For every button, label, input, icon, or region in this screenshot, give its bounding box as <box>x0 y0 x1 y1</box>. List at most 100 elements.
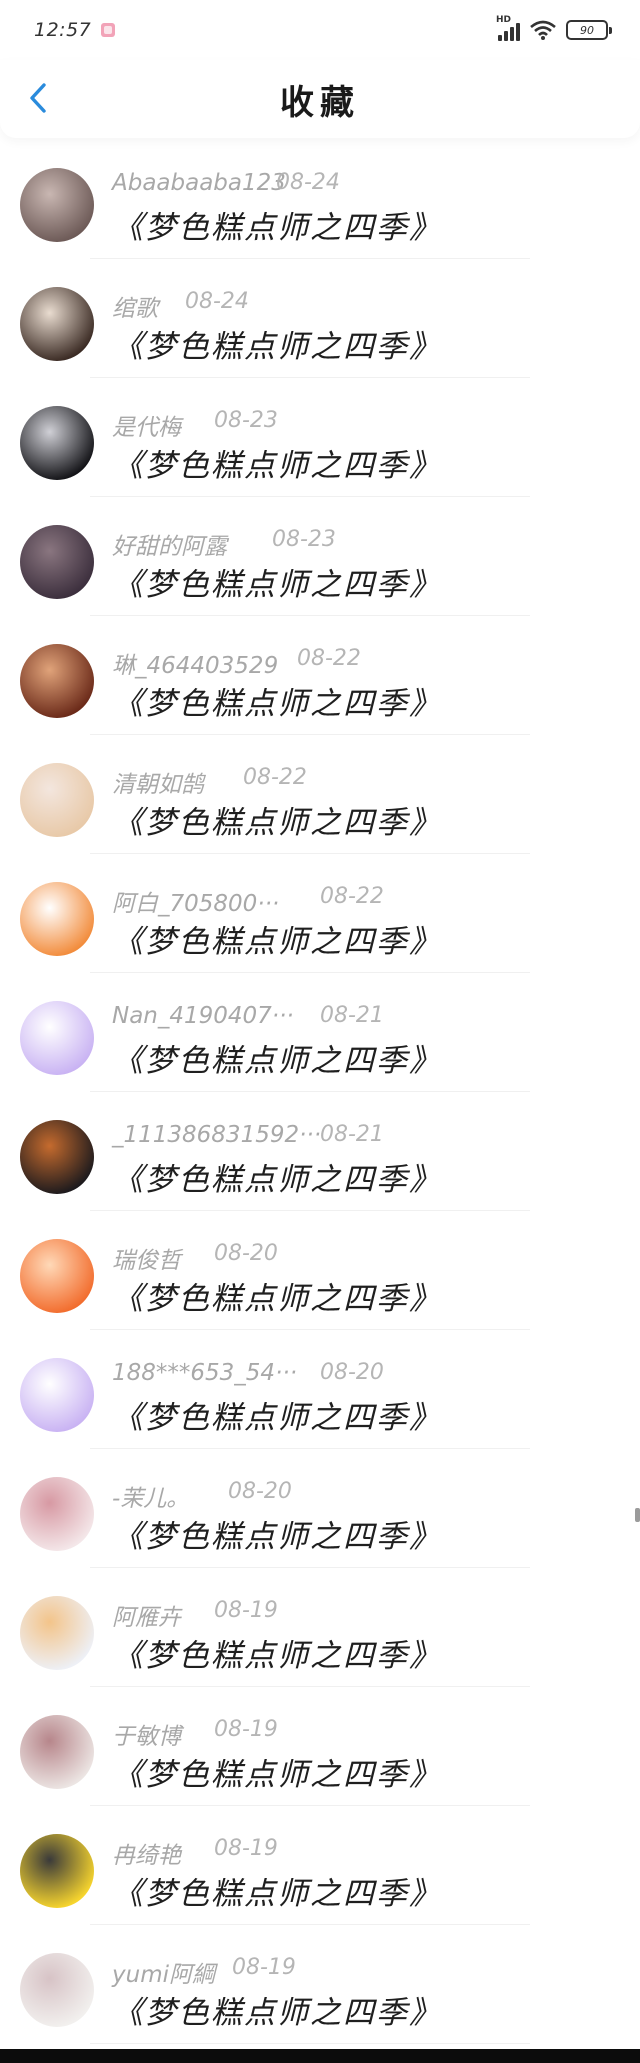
list-item[interactable]: 冉绮艳 08-19 《梦色糕点师之四季》 <box>0 1806 640 1925</box>
item-date: 08-19 <box>214 1836 278 1861</box>
hd-label: HD <box>496 15 512 25</box>
avatar[interactable] <box>20 1834 94 1908</box>
user-name: 冉绮艳 <box>112 1843 181 1869</box>
avatar[interactable] <box>20 1477 94 1551</box>
user-name: 于敏博 <box>112 1724 181 1750</box>
item-date: 08-23 <box>214 408 278 433</box>
notification-icon <box>101 23 116 37</box>
item-title[interactable]: 《梦色糕点师之四季》 <box>112 321 442 366</box>
avatar[interactable] <box>20 525 94 599</box>
list-item[interactable]: 清朝如鹄 08-22 《梦色糕点师之四季》 <box>0 735 640 854</box>
item-date: 08-21 <box>320 1003 384 1028</box>
item-title[interactable]: 《梦色糕点师之四季》 <box>112 1868 442 1913</box>
status-right: HD 90 <box>496 15 612 41</box>
avatar[interactable] <box>20 1001 94 1075</box>
avatar[interactable] <box>20 1715 94 1789</box>
list-item[interactable]: 绾歌 08-24 《梦色糕点师之四季》 <box>0 259 640 378</box>
user-name: Abaabaaba123 <box>112 170 286 196</box>
item-date: 08-20 <box>228 1479 292 1504</box>
wifi-icon <box>530 20 556 40</box>
item-title[interactable]: 《梦色糕点师之四季》 <box>112 1630 442 1675</box>
avatar[interactable] <box>20 1120 94 1194</box>
item-date: 08-19 <box>214 1598 278 1623</box>
list-item[interactable]: Nan_4190407··· 08-21 《梦色糕点师之四季》 <box>0 973 640 1092</box>
user-name: _111386831592··· <box>112 1122 322 1148</box>
divider <box>90 2043 530 2044</box>
user-name: 琳_464403529 <box>112 653 279 679</box>
favorites-list: Abaabaaba123 08-24 《梦色糕点师之四季》 绾歌 08-24 《梦色糕点师… <box>0 140 640 2044</box>
item-title[interactable]: 《梦色糕点师之四季》 <box>112 1511 442 1556</box>
item-title[interactable]: 《梦色糕点师之四季》 <box>112 202 442 247</box>
item-date: 08-20 <box>320 1360 384 1385</box>
list-item[interactable]: 于敏博 08-19 《梦色糕点师之四季》 <box>0 1687 640 1806</box>
item-title[interactable]: 《梦色糕点师之四季》 <box>112 1273 442 1318</box>
item-date: 08-23 <box>272 527 336 552</box>
list-item[interactable]: 阿雁卉 08-19 《梦色糕点师之四季》 <box>0 1568 640 1687</box>
battery-icon: 90 <box>566 20 612 40</box>
item-date: 08-19 <box>232 1955 296 1980</box>
signal-bar <box>504 31 508 41</box>
status-left: 12:57 <box>34 19 116 41</box>
list-item[interactable]: 瑞俊哲 08-20 《梦色糕点师之四季》 <box>0 1211 640 1330</box>
back-button[interactable] <box>20 80 56 116</box>
battery-level: 90 <box>580 23 594 37</box>
item-date: 08-20 <box>214 1241 278 1266</box>
item-title[interactable]: 《梦色糕点师之四季》 <box>112 1987 442 2032</box>
chevron-left-icon <box>30 83 46 113</box>
list-item[interactable]: 阿白_705800··· 08-22 《梦色糕点师之四季》 <box>0 854 640 973</box>
user-name: 是代梅 <box>112 415 181 441</box>
signal-icon: HD <box>496 15 520 41</box>
item-title[interactable]: 《梦色糕点师之四季》 <box>112 1035 442 1080</box>
item-date: 08-24 <box>276 170 340 195</box>
list-item[interactable]: _111386831592··· 08-21 《梦色糕点师之四季》 <box>0 1092 640 1211</box>
list-item[interactable]: 好甜的阿露 08-23 《梦色糕点师之四季》 <box>0 497 640 616</box>
status-bar: 12:57 HD 90 <box>0 0 640 60</box>
user-name: 阿白_705800··· <box>112 891 280 917</box>
avatar[interactable] <box>20 763 94 837</box>
item-date: 08-19 <box>214 1717 278 1742</box>
user-name: -茉儿。 <box>112 1486 190 1512</box>
user-name: 瑞俊哲 <box>112 1248 181 1274</box>
item-title[interactable]: 《梦色糕点师之四季》 <box>112 916 442 961</box>
item-title[interactable]: 《梦色糕点师之四季》 <box>112 1749 442 1794</box>
avatar[interactable] <box>20 168 94 242</box>
user-name: yumi阿綱 <box>112 1962 215 1988</box>
user-name: 绾歌 <box>112 296 158 322</box>
list-item[interactable]: 是代梅 08-23 《梦色糕点师之四季》 <box>0 378 640 497</box>
user-name: 阿雁卉 <box>112 1605 181 1631</box>
avatar[interactable] <box>20 882 94 956</box>
avatar[interactable] <box>20 1358 94 1432</box>
list-item[interactable]: -茉儿。 08-20 《梦色糕点师之四季》 <box>0 1449 640 1568</box>
bottom-bar <box>0 2049 640 2063</box>
list-item[interactable]: yumi阿綱 08-19 《梦色糕点师之四季》 <box>0 1925 640 2044</box>
item-date: 08-22 <box>243 765 307 790</box>
item-title[interactable]: 《梦色糕点师之四季》 <box>112 678 442 723</box>
item-title[interactable]: 《梦色糕点师之四季》 <box>112 559 442 604</box>
item-title[interactable]: 《梦色糕点师之四季》 <box>112 1154 442 1199</box>
avatar[interactable] <box>20 1596 94 1670</box>
avatar[interactable] <box>20 287 94 361</box>
signal-bar <box>498 35 502 41</box>
user-name: Nan_4190407··· <box>112 1003 294 1029</box>
status-time: 12:57 <box>34 19 92 41</box>
item-date: 08-21 <box>320 1122 384 1147</box>
item-date: 08-22 <box>320 884 384 909</box>
avatar[interactable] <box>20 644 94 718</box>
page-title: 收藏 <box>280 82 360 123</box>
avatar[interactable] <box>20 406 94 480</box>
avatar[interactable] <box>20 1239 94 1313</box>
item-title[interactable]: 《梦色糕点师之四季》 <box>112 797 442 842</box>
list-item[interactable]: Abaabaaba123 08-24 《梦色糕点师之四季》 <box>0 140 640 259</box>
header: 收藏 <box>0 60 640 138</box>
item-date: 08-22 <box>297 646 361 671</box>
user-name: 好甜的阿露 <box>112 534 227 560</box>
scrollbar[interactable] <box>635 1508 640 1522</box>
list-item[interactable]: 琳_464403529 08-22 《梦色糕点师之四季》 <box>0 616 640 735</box>
item-title[interactable]: 《梦色糕点师之四季》 <box>112 440 442 485</box>
user-name: 清朝如鹄 <box>112 772 204 798</box>
list-item[interactable]: 188***653_54··· 08-20 《梦色糕点师之四季》 <box>0 1330 640 1449</box>
user-name: 188***653_54··· <box>112 1360 297 1386</box>
item-date: 08-24 <box>185 289 249 314</box>
avatar[interactable] <box>20 1953 94 2027</box>
item-title[interactable]: 《梦色糕点师之四季》 <box>112 1392 442 1437</box>
